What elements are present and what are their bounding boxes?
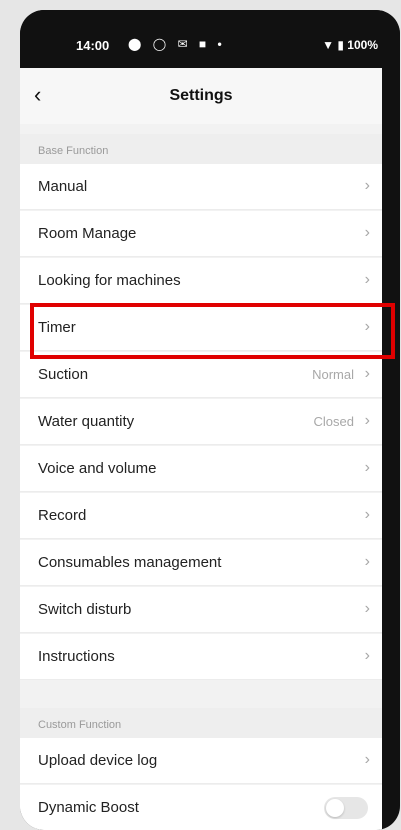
page-title: Settings: [169, 87, 233, 104]
row-value: Normal: [312, 367, 354, 382]
battery-level: 100%: [347, 38, 378, 52]
row-label: Upload device log: [38, 752, 158, 769]
row-label: Room Manage: [38, 225, 137, 242]
chevron-right-icon: ›: [364, 600, 370, 617]
chevron-right-icon: ›: [364, 271, 370, 288]
chevron-right-icon: ›: [364, 647, 370, 664]
wifi-icon: ▼: [322, 38, 334, 52]
row-label: Timer: [38, 319, 76, 336]
base-row[interactable]: Water quantity Closed ›: [20, 399, 382, 445]
base-row[interactable]: Room Manage ›: [20, 211, 382, 257]
base-row[interactable]: Suction Normal ›: [20, 352, 382, 398]
battery-icon: ▮: [337, 38, 344, 52]
row-label: Suction: [38, 366, 89, 383]
section-label: Custom Function: [38, 719, 122, 731]
base-row[interactable]: Timer ›: [20, 305, 382, 351]
notification-icons: ⬤ ◯ ✉ ■ •: [128, 37, 226, 51]
chevron-right-icon: ›: [364, 553, 370, 570]
phone-frame: 14:00 ⬤ ◯ ✉ ■ • ▼ ▮ 100% ‹ Settings Base…: [20, 10, 400, 830]
base-row[interactable]: Record ›: [20, 493, 382, 539]
base-row[interactable]: Voice and volume ›: [20, 446, 382, 492]
base-row[interactable]: Manual ›: [20, 164, 382, 210]
row-label: Manual: [38, 178, 88, 195]
row-label: Switch disturb: [38, 601, 132, 618]
chevron-right-icon: ›: [364, 459, 370, 476]
row-label: Voice and volume: [38, 460, 157, 477]
row-label: Dynamic Boost: [38, 799, 139, 816]
row-label: Consumables management: [38, 554, 222, 571]
chevron-right-icon: ›: [364, 412, 370, 429]
status-time: 14:00: [76, 38, 110, 53]
settings-screen: ‹ Settings Base Function Manual › Room Man…: [20, 68, 382, 830]
toggle-knob: [326, 799, 344, 817]
row-label: Looking for machines: [38, 272, 181, 289]
base-row[interactable]: Instructions ›: [20, 634, 382, 680]
chevron-right-icon: ›: [364, 751, 370, 768]
chevron-right-icon: ›: [364, 318, 370, 335]
row-label: Record: [38, 507, 87, 524]
custom-row[interactable]: Upload device log ›: [20, 738, 382, 784]
base-row[interactable]: Switch disturb ›: [20, 587, 382, 633]
row-label: Water quantity: [38, 413, 135, 430]
section-header-custom: Custom Function: [20, 708, 382, 738]
chevron-right-icon: ›: [364, 224, 370, 241]
base-row[interactable]: Looking for machines ›: [20, 258, 382, 304]
section-header-base: Base Function: [20, 134, 382, 164]
row-value: Closed: [313, 414, 354, 429]
chevron-right-icon: ›: [364, 365, 370, 382]
row-label: Instructions: [38, 648, 115, 665]
nav-bar: ‹ Settings: [20, 68, 382, 124]
section-label: Base Function: [38, 145, 109, 157]
status-right: ▼ ▮ 100%: [322, 38, 378, 52]
home-indicator[interactable]: [162, 824, 282, 828]
toggle-switch[interactable]: [324, 797, 368, 819]
status-bar: 14:00 ⬤ ◯ ✉ ■ • ▼ ▮ 100%: [20, 10, 400, 68]
chevron-right-icon: ›: [364, 506, 370, 523]
chevron-right-icon: ›: [364, 177, 370, 194]
base-row[interactable]: Consumables management ›: [20, 540, 382, 586]
